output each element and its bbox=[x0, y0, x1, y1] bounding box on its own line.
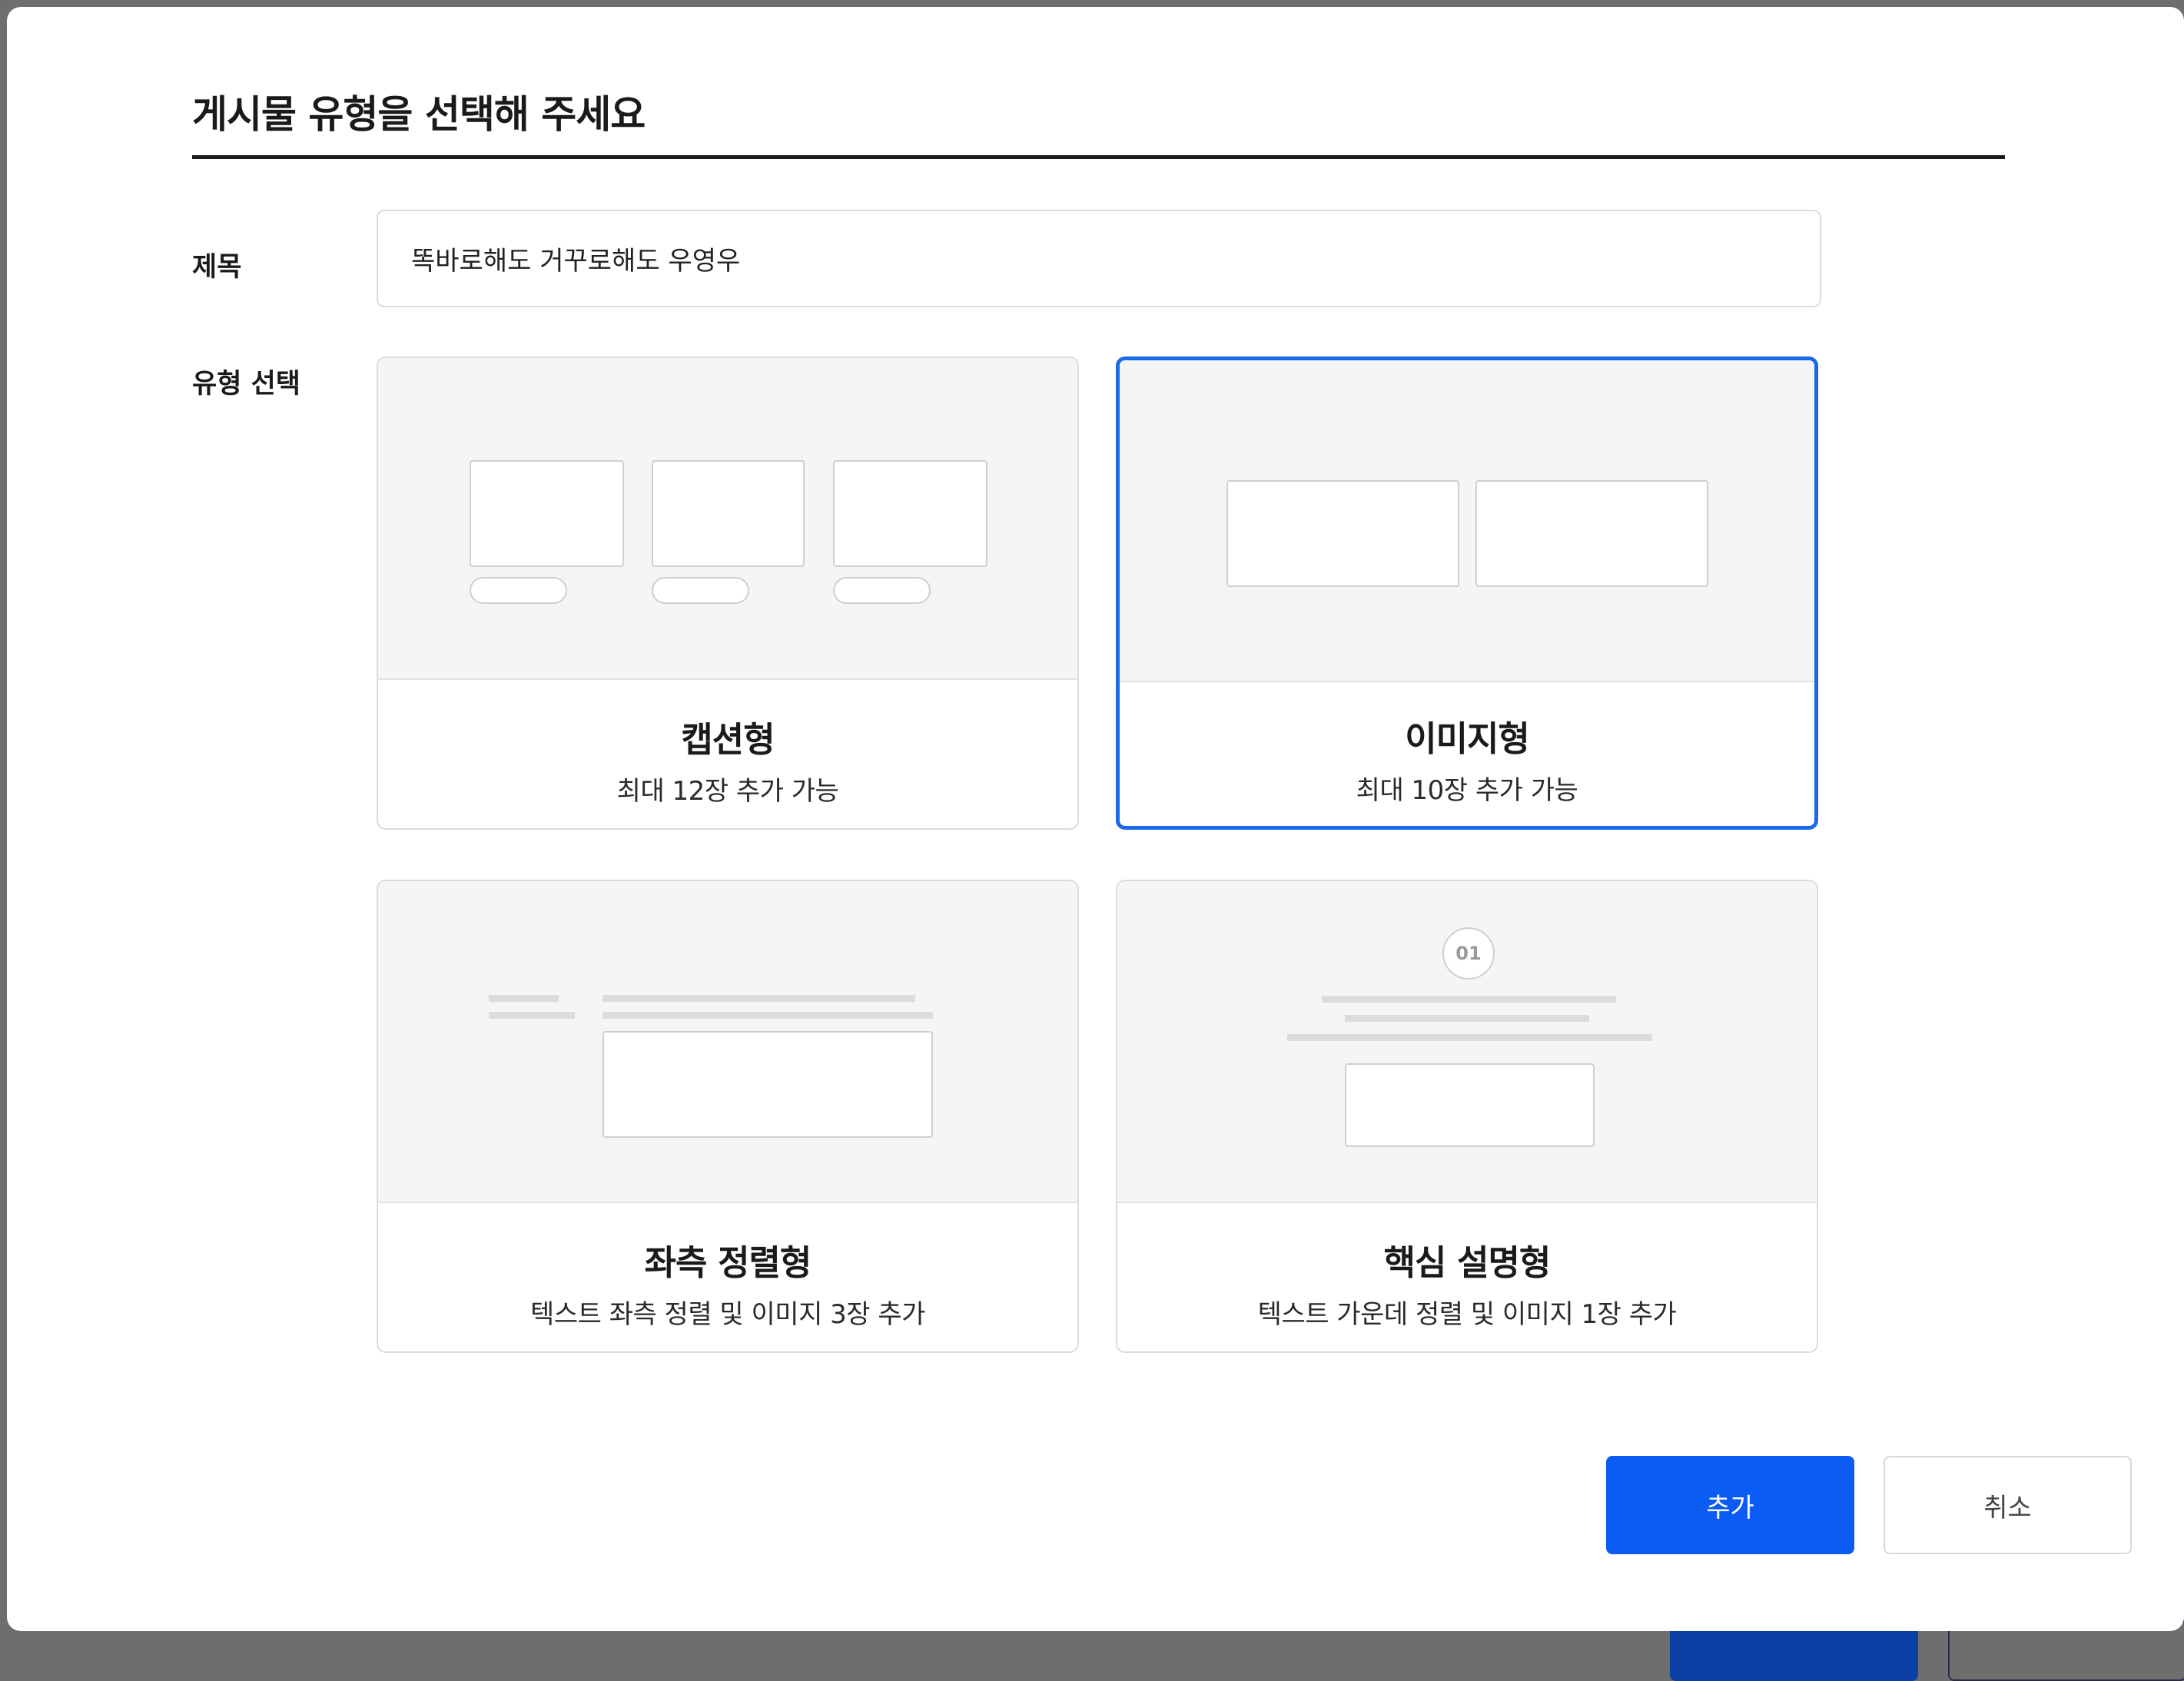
text-line-placeholder bbox=[602, 995, 915, 1002]
key-description-preview: 01 bbox=[1117, 881, 1817, 1203]
type-description: 텍스트 좌측 정렬 및 이미지 3장 추가 bbox=[530, 1299, 925, 1330]
text-line-placeholder bbox=[1287, 1034, 1652, 1041]
image-placeholder bbox=[602, 1031, 933, 1138]
type-label: 유형 선택 bbox=[192, 369, 300, 400]
caption-placeholder bbox=[470, 577, 567, 604]
step-number-badge: 01 bbox=[1442, 927, 1495, 980]
type-description: 최대 10장 추가 가능 bbox=[1356, 775, 1578, 806]
image-placeholder bbox=[1475, 480, 1708, 587]
type-description: 최대 12장 추가 가능 bbox=[616, 776, 839, 807]
caption-placeholder bbox=[833, 577, 931, 604]
cancel-button[interactable]: 취소 bbox=[1884, 1456, 2132, 1554]
image-placeholder bbox=[470, 460, 624, 567]
type-name: 캡션형 bbox=[681, 719, 775, 760]
title-label: 제목 bbox=[192, 252, 242, 283]
title-divider bbox=[192, 155, 2005, 159]
image-placeholder bbox=[1345, 1063, 1595, 1147]
type-card-left-aligned[interactable]: 좌측 정렬형 텍스트 좌측 정렬 및 이미지 3장 추가 bbox=[377, 880, 1079, 1353]
image-placeholder bbox=[833, 460, 987, 567]
type-card-key-description[interactable]: 01 핵심 설명형 텍스트 가운데 정렬 및 이미지 1장 추가 bbox=[1116, 880, 1818, 1353]
caption-placeholder bbox=[652, 577, 749, 604]
post-type-modal: 게시물 유형을 선택해 주세요 제목 유형 선택 캡션형 최대 12장 추가 가… bbox=[7, 7, 2184, 1631]
type-name: 좌측 정렬형 bbox=[644, 1242, 812, 1283]
modal-title: 게시물 유형을 선택해 주세요 bbox=[192, 92, 646, 137]
title-input[interactable] bbox=[377, 210, 1821, 307]
text-line-placeholder bbox=[1322, 996, 1616, 1003]
type-name: 핵심 설명형 bbox=[1383, 1242, 1552, 1283]
text-line-placeholder bbox=[602, 1012, 933, 1019]
type-description: 텍스트 가운데 정렬 및 이미지 1장 추가 bbox=[1257, 1299, 1677, 1330]
type-card-caption[interactable]: 캡션형 최대 12장 추가 가능 bbox=[377, 356, 1079, 830]
type-card-image[interactable]: 이미지형 최대 10장 추가 가능 bbox=[1116, 356, 1818, 830]
text-line-placeholder bbox=[489, 995, 559, 1002]
text-line-placeholder bbox=[1345, 1015, 1589, 1022]
text-line-placeholder bbox=[489, 1012, 575, 1019]
type-name: 이미지형 bbox=[1405, 718, 1530, 759]
image-placeholder bbox=[652, 460, 805, 567]
caption-preview bbox=[378, 358, 1077, 680]
add-button[interactable]: 추가 bbox=[1606, 1456, 1854, 1554]
left-aligned-preview bbox=[378, 881, 1077, 1203]
image-preview bbox=[1120, 360, 1814, 682]
image-placeholder bbox=[1226, 480, 1459, 587]
